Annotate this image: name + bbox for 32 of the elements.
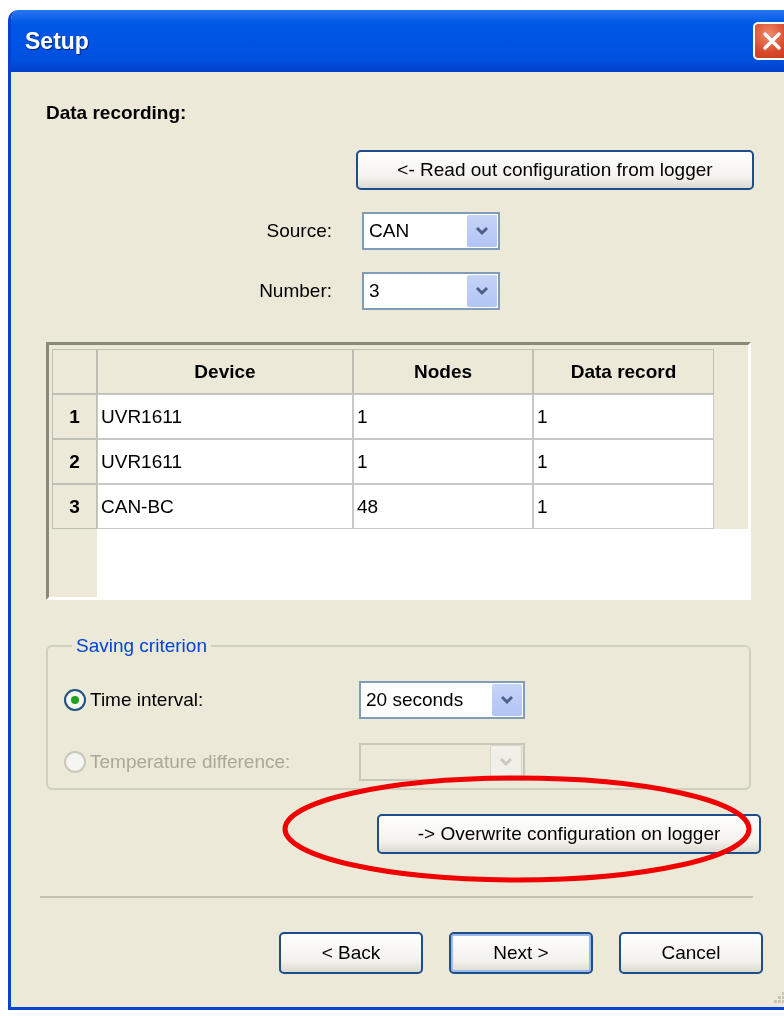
read-config-button[interactable]: <- Read out configuration from logger [356, 150, 754, 190]
field-label: Number: [258, 280, 333, 302]
radio-button[interactable]: Time interval: [64, 689, 359, 711]
table-cell: 1 [353, 394, 533, 439]
column-header[interactable]: Data record [533, 349, 714, 394]
column-header[interactable]: Nodes [353, 349, 533, 394]
dropdown[interactable]: 20 seconds [359, 681, 525, 719]
row-header[interactable]: 2 [52, 439, 97, 484]
table-cell: 48 [353, 484, 533, 529]
overwrite-config-button[interactable]: -> Overwrite configuration on logger [377, 814, 761, 854]
dropdown[interactable]: CAN [362, 212, 500, 250]
table-cell: 1 [353, 439, 533, 484]
row-header[interactable]: 1 [52, 394, 97, 439]
table-cell: 1 [533, 394, 714, 439]
row-header[interactable]: 3 [52, 484, 97, 529]
grid-corner [52, 349, 97, 394]
table-cell: UVR1611 [97, 439, 353, 484]
dialog-button[interactable]: Cancel [619, 932, 763, 974]
table-cell: CAN-BC [97, 484, 353, 529]
dialog-button[interactable]: < Back [279, 932, 423, 974]
table-cell: UVR1611 [97, 394, 353, 439]
table-cell: 1 [533, 484, 714, 529]
field-label: Source: [265, 220, 333, 242]
table-cell: 1 [533, 439, 714, 484]
close-icon [761, 30, 783, 52]
column-header[interactable]: Device [97, 349, 353, 394]
dropdown[interactable]: 3 [362, 272, 500, 310]
dialog-button[interactable]: Next > [449, 932, 593, 974]
close-button[interactable] [753, 22, 784, 60]
window-title: Setup [25, 27, 89, 55]
group-legend: Saving criterion [72, 635, 211, 657]
section-title: Data recording: [46, 102, 188, 124]
